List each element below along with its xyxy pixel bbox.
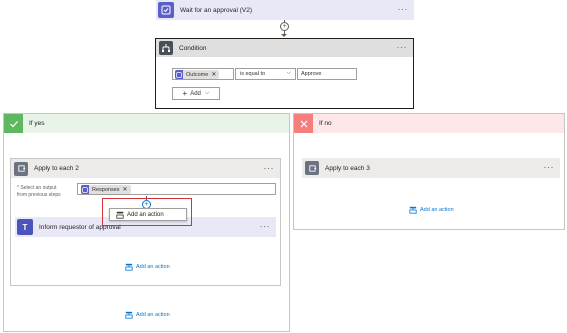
apply-to-each-2-title: Apply to each 2 [34,165,79,172]
apply-to-each-3-card[interactable]: Apply to each 3 ··· [302,158,560,178]
add-an-action-link[interactable]: Add an action [125,263,170,271]
remove-token-icon[interactable]: ✕ [211,71,216,78]
insert-step-button[interactable]: + [280,22,289,31]
apply-to-each-3-title: Apply to each 3 [325,164,370,172]
apply-to-each-2-card[interactable]: Apply to each 2 ··· * Select an output f… [10,158,281,286]
chevron-down-icon: ⌵ [286,70,291,76]
wait-for-approval-title: Wait for an approval (V2) [180,6,253,14]
close-icon [294,114,313,133]
check-icon [4,114,23,133]
add-an-action-link[interactable]: Add an action [125,311,170,319]
more-options-icon[interactable]: ··· [398,5,409,14]
select-output-label-line2: from previous steps [17,192,61,198]
add-action-icon [116,211,124,219]
if-no-branch: If no Apply to each 3 ··· Add an action [293,113,565,230]
add-action-popup[interactable]: Add an action [109,208,187,221]
add-action-icon [125,311,133,319]
condition-icon [159,41,173,55]
loop-icon [14,161,28,176]
loop-icon [305,161,319,175]
add-condition-button[interactable]: + Add ⌵ [172,87,220,100]
right-operand-value: Approve [301,71,322,77]
more-options-icon[interactable]: ··· [397,43,408,52]
if-no-label: If no [319,120,332,127]
approval-icon [81,185,89,194]
add-action-icon [125,263,133,271]
arrow-down-icon [281,34,287,37]
operator-dropdown[interactable]: is equal to ⌵ [235,68,296,80]
select-output-field[interactable]: Responses ✕ [77,183,276,195]
wait-for-approval-card[interactable]: Wait for an approval (V2) ··· [156,0,414,20]
add-an-action-link[interactable]: Add an action [409,206,454,214]
operator-value: is equal to [240,71,266,77]
outcome-token[interactable]: Outcome ✕ [175,70,220,79]
chevron-down-icon: ⌵ [204,90,210,96]
more-options-icon[interactable]: ··· [260,222,271,231]
responses-token[interactable]: Responses ✕ [81,185,131,194]
add-action-icon [409,206,417,214]
if-yes-branch: If yes Apply to each 2 ··· * Select an o… [3,113,290,332]
teams-icon: T [17,219,33,235]
select-output-label-line1: * Select an output [17,185,57,191]
condition-card[interactable]: Condition ··· Outcome ✕ is equal to ⌵ Ap… [155,38,414,109]
more-options-icon[interactable]: ··· [544,163,555,172]
more-options-icon[interactable]: ··· [264,164,275,173]
condition-right-operand[interactable]: Approve [297,68,357,80]
condition-left-operand[interactable]: Outcome ✕ [172,68,234,80]
outcome-token-label: Outcome [186,71,209,78]
add-an-action-label: Add an action [420,207,454,213]
approval-icon [175,70,183,79]
condition-title: Condition [179,44,207,52]
add-an-action-label: Add an action [136,312,170,318]
if-yes-label: If yes [29,120,45,127]
responses-token-label: Responses [92,186,120,193]
add-button-label: Add [190,90,201,97]
add-action-popup-label: Add an action [127,211,164,218]
plus-icon: + [182,88,188,98]
remove-token-icon[interactable]: ✕ [123,186,128,193]
approval-icon [158,2,174,18]
add-an-action-label: Add an action [136,264,170,270]
